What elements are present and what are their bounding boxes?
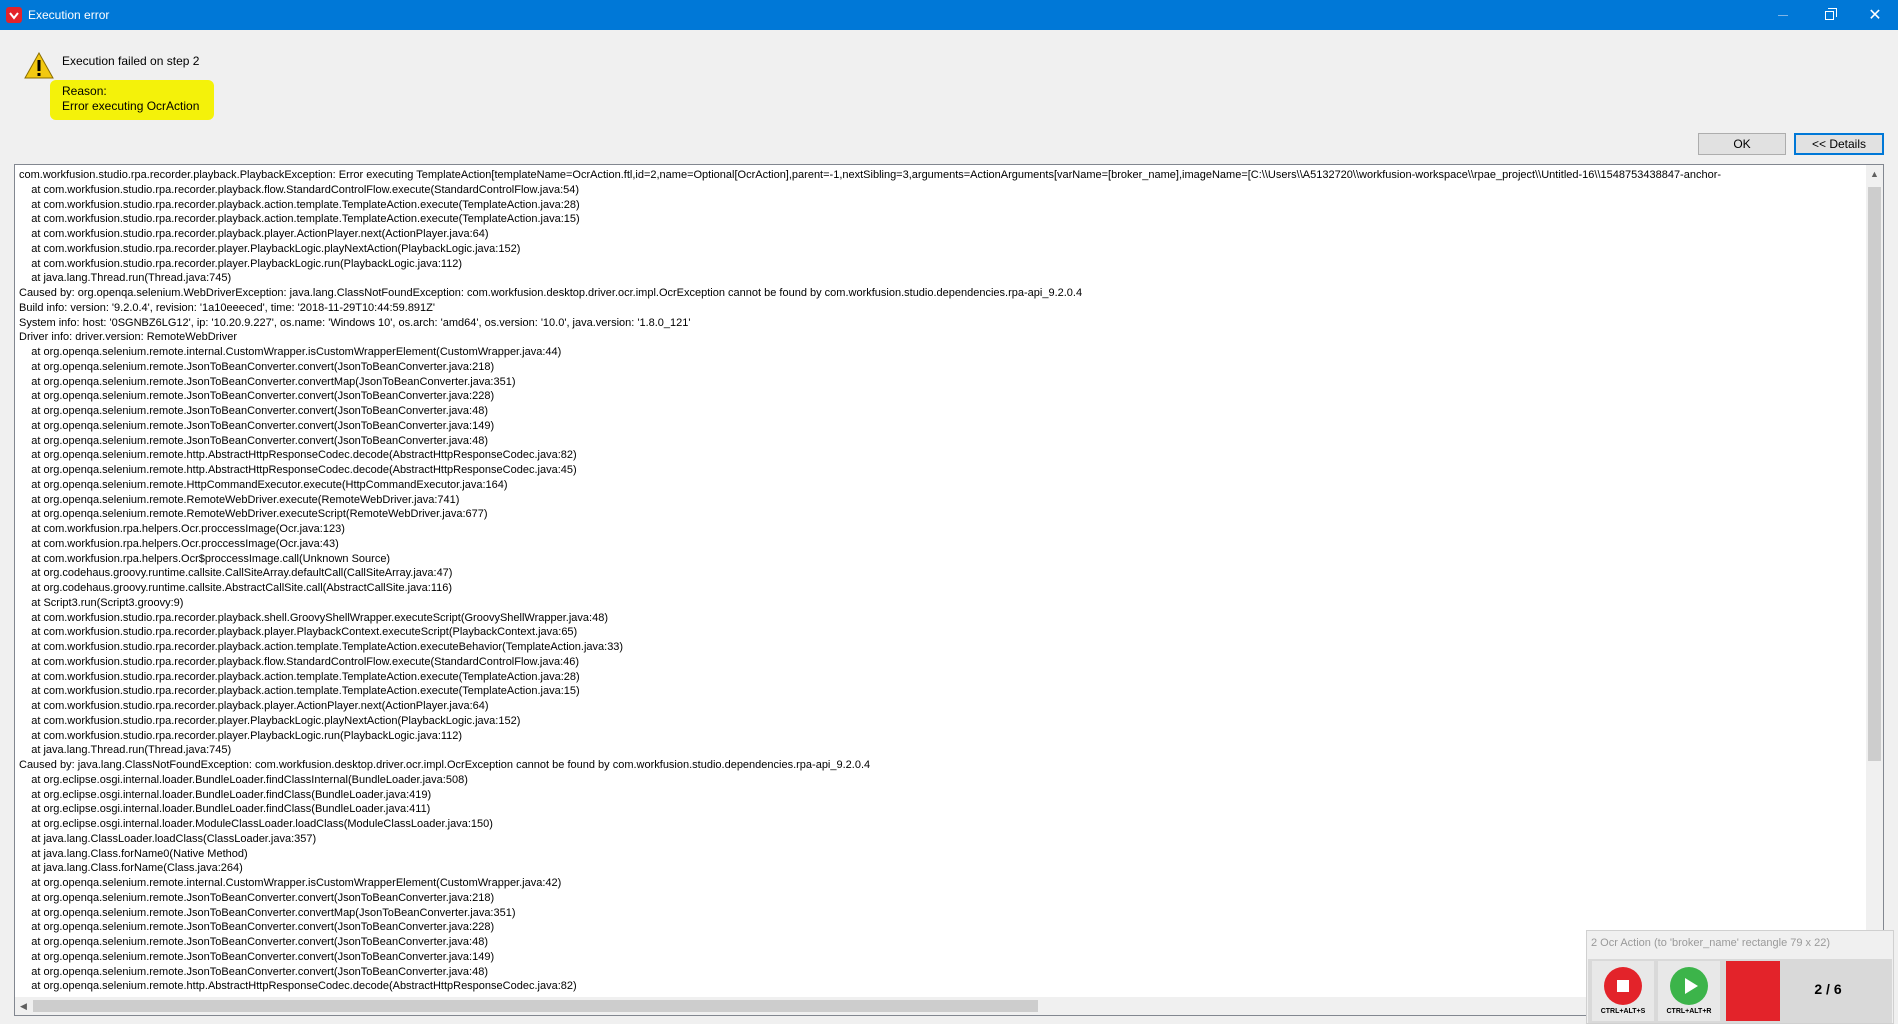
log-line: at org.openqa.selenium.remote.JsonToBean… [19, 891, 495, 904]
log-line: at com.workfusion.studio.rpa.recorder.pl… [19, 700, 489, 712]
log-line: at java.lang.Thread.run(Thread.java:745) [19, 744, 232, 757]
log-line: at com.workfusion.rpa.helpers.Ocr.procce… [19, 537, 339, 550]
stop-button[interactable]: CTRL+ALT+S [1592, 961, 1654, 1021]
log-line: Driver info: driver.version: RemoteWebDr… [19, 331, 238, 344]
minimize-icon [1778, 14, 1788, 16]
details-button[interactable]: << Details [1794, 133, 1884, 155]
title-bar: Execution error ✕ [0, 0, 1898, 30]
log-line: at org.openqa.selenium.remote.RemoteWebD… [19, 508, 488, 521]
minimize-button[interactable] [1760, 0, 1806, 30]
log-line: at org.eclipse.osgi.internal.loader.Bund… [19, 803, 431, 816]
warning-icon [24, 52, 54, 79]
ok-button[interactable]: OK [1698, 133, 1786, 155]
log-line: at org.openqa.selenium.remote.JsonToBean… [19, 360, 495, 373]
log-line: at org.openqa.selenium.remote.RemoteWebD… [19, 493, 460, 506]
scroll-up-icon[interactable]: ▲ [1866, 165, 1883, 182]
horizontal-scroll-thumb[interactable] [33, 1000, 1038, 1012]
log-line: at com.workfusion.studio.rpa.recorder.pl… [19, 626, 578, 639]
scroll-left-icon[interactable]: ◀ [15, 997, 32, 1015]
log-line: Caused by: java.lang.ClassNotFoundExcept… [19, 759, 871, 771]
restore-icon [1824, 7, 1837, 20]
log-line: at java.lang.ClassLoader.loadClass(Class… [19, 832, 317, 845]
log-line: at org.openqa.selenium.remote.http.Abstr… [19, 464, 577, 476]
log-line: at org.openqa.selenium.remote.JsonToBean… [19, 419, 495, 432]
log-line: com.workfusion.studio.rpa.recorder.playb… [19, 169, 1722, 181]
log-line: Build info: version: '9.2.0.4', revision… [19, 301, 435, 314]
log-line: at java.lang.Class.forName(Class.java:26… [19, 862, 243, 875]
recording-status-indicator [1726, 961, 1780, 1021]
log-line: at com.workfusion.studio.rpa.recorder.pl… [19, 611, 608, 624]
log-line: at com.workfusion.studio.rpa.recorder.pl… [19, 685, 580, 698]
play-button[interactable]: CTRL+ALT+R [1658, 961, 1720, 1021]
window-title: Execution error [28, 8, 110, 22]
reason-label: Reason: [62, 84, 107, 98]
log-line: at Script3.run(Script3.groovy:9) [19, 596, 184, 609]
log-line: at com.workfusion.studio.rpa.recorder.pl… [19, 242, 521, 255]
log-line: at org.openqa.selenium.remote.JsonToBean… [19, 375, 516, 388]
close-icon: ✕ [1868, 7, 1882, 24]
playback-control-panel: 2 Ocr Action (to 'broker_name' rectangle… [1586, 930, 1894, 1024]
maximize-button[interactable] [1806, 0, 1852, 30]
log-line: at com.workfusion.studio.rpa.recorder.pl… [19, 729, 463, 742]
log-line: System info: host: '0SGNBZ6LG12', ip: '1… [19, 316, 691, 329]
app-icon [6, 7, 22, 23]
log-line: at org.openqa.selenium.remote.JsonToBean… [19, 906, 516, 919]
step-counter: 2 / 6 [1814, 981, 1842, 997]
log-line: at com.workfusion.rpa.helpers.Ocr$procce… [19, 552, 391, 565]
log-line: at java.lang.Class.forName0(Native Metho… [19, 847, 248, 860]
playback-controls: CTRL+ALT+S CTRL+ALT+R 2 / 6 [1588, 959, 1892, 1023]
stack-trace-lines: com.workfusion.studio.rpa.recorder.playb… [19, 168, 1864, 994]
vertical-scrollbar[interactable]: ▲ [1866, 165, 1883, 997]
log-line: at java.lang.Thread.run(Thread.java:745) [19, 272, 232, 285]
log-line: at org.codehaus.groovy.runtime.callsite.… [19, 582, 453, 594]
log-line: at org.eclipse.osgi.internal.loader.Bund… [19, 773, 468, 786]
play-shortcut-label: CTRL+ALT+R [1666, 1008, 1712, 1015]
log-line: at org.openqa.selenium.remote.JsonToBean… [19, 390, 495, 403]
log-line: at com.workfusion.studio.rpa.recorder.pl… [19, 228, 489, 240]
log-line: at com.workfusion.studio.rpa.recorder.pl… [19, 257, 463, 270]
play-icon [1670, 967, 1708, 1005]
reason-value: Error executing OcrAction [62, 99, 200, 113]
log-line: at org.openqa.selenium.remote.internal.C… [19, 877, 562, 889]
log-line: Caused by: org.openqa.selenium.WebDriver… [19, 287, 1083, 299]
log-line: at org.openqa.selenium.remote.HttpComman… [19, 478, 508, 491]
log-line: at org.openqa.selenium.remote.JsonToBean… [19, 405, 488, 417]
log-line: at com.workfusion.studio.rpa.recorder.pl… [19, 714, 521, 727]
log-line: at org.codehaus.groovy.runtime.callsite.… [19, 567, 453, 580]
vertical-scroll-thumb[interactable] [1868, 187, 1881, 761]
log-line: at com.workfusion.studio.rpa.recorder.pl… [19, 655, 580, 668]
log-line: at org.eclipse.osgi.internal.loader.Modu… [19, 818, 493, 830]
current-step-caption: 2 Ocr Action (to 'broker_name' rectangle… [1591, 937, 1830, 949]
log-line: at org.eclipse.osgi.internal.loader.Bund… [19, 788, 432, 801]
close-button[interactable]: ✕ [1852, 0, 1898, 30]
error-message: Execution failed on step 2 [62, 54, 200, 68]
log-line: at com.workfusion.studio.rpa.recorder.pl… [19, 670, 580, 683]
log-line: at com.workfusion.rpa.helpers.Ocr.procce… [19, 523, 345, 535]
stack-trace-textarea[interactable]: com.workfusion.studio.rpa.recorder.playb… [14, 164, 1884, 1016]
log-line: at com.workfusion.studio.rpa.recorder.pl… [19, 213, 580, 226]
stop-shortcut-label: CTRL+ALT+S [1600, 1008, 1646, 1015]
log-line: at org.openqa.selenium.remote.JsonToBean… [19, 434, 488, 447]
log-line: at org.openqa.selenium.remote.http.Abstr… [19, 449, 577, 462]
stop-icon [1604, 967, 1642, 1005]
log-line: at org.openqa.selenium.remote.internal.C… [19, 346, 562, 358]
log-line: at com.workfusion.studio.rpa.recorder.pl… [19, 641, 624, 653]
log-line: at com.workfusion.studio.rpa.recorder.pl… [19, 198, 580, 211]
log-line: at com.workfusion.studio.rpa.recorder.pl… [19, 183, 580, 196]
